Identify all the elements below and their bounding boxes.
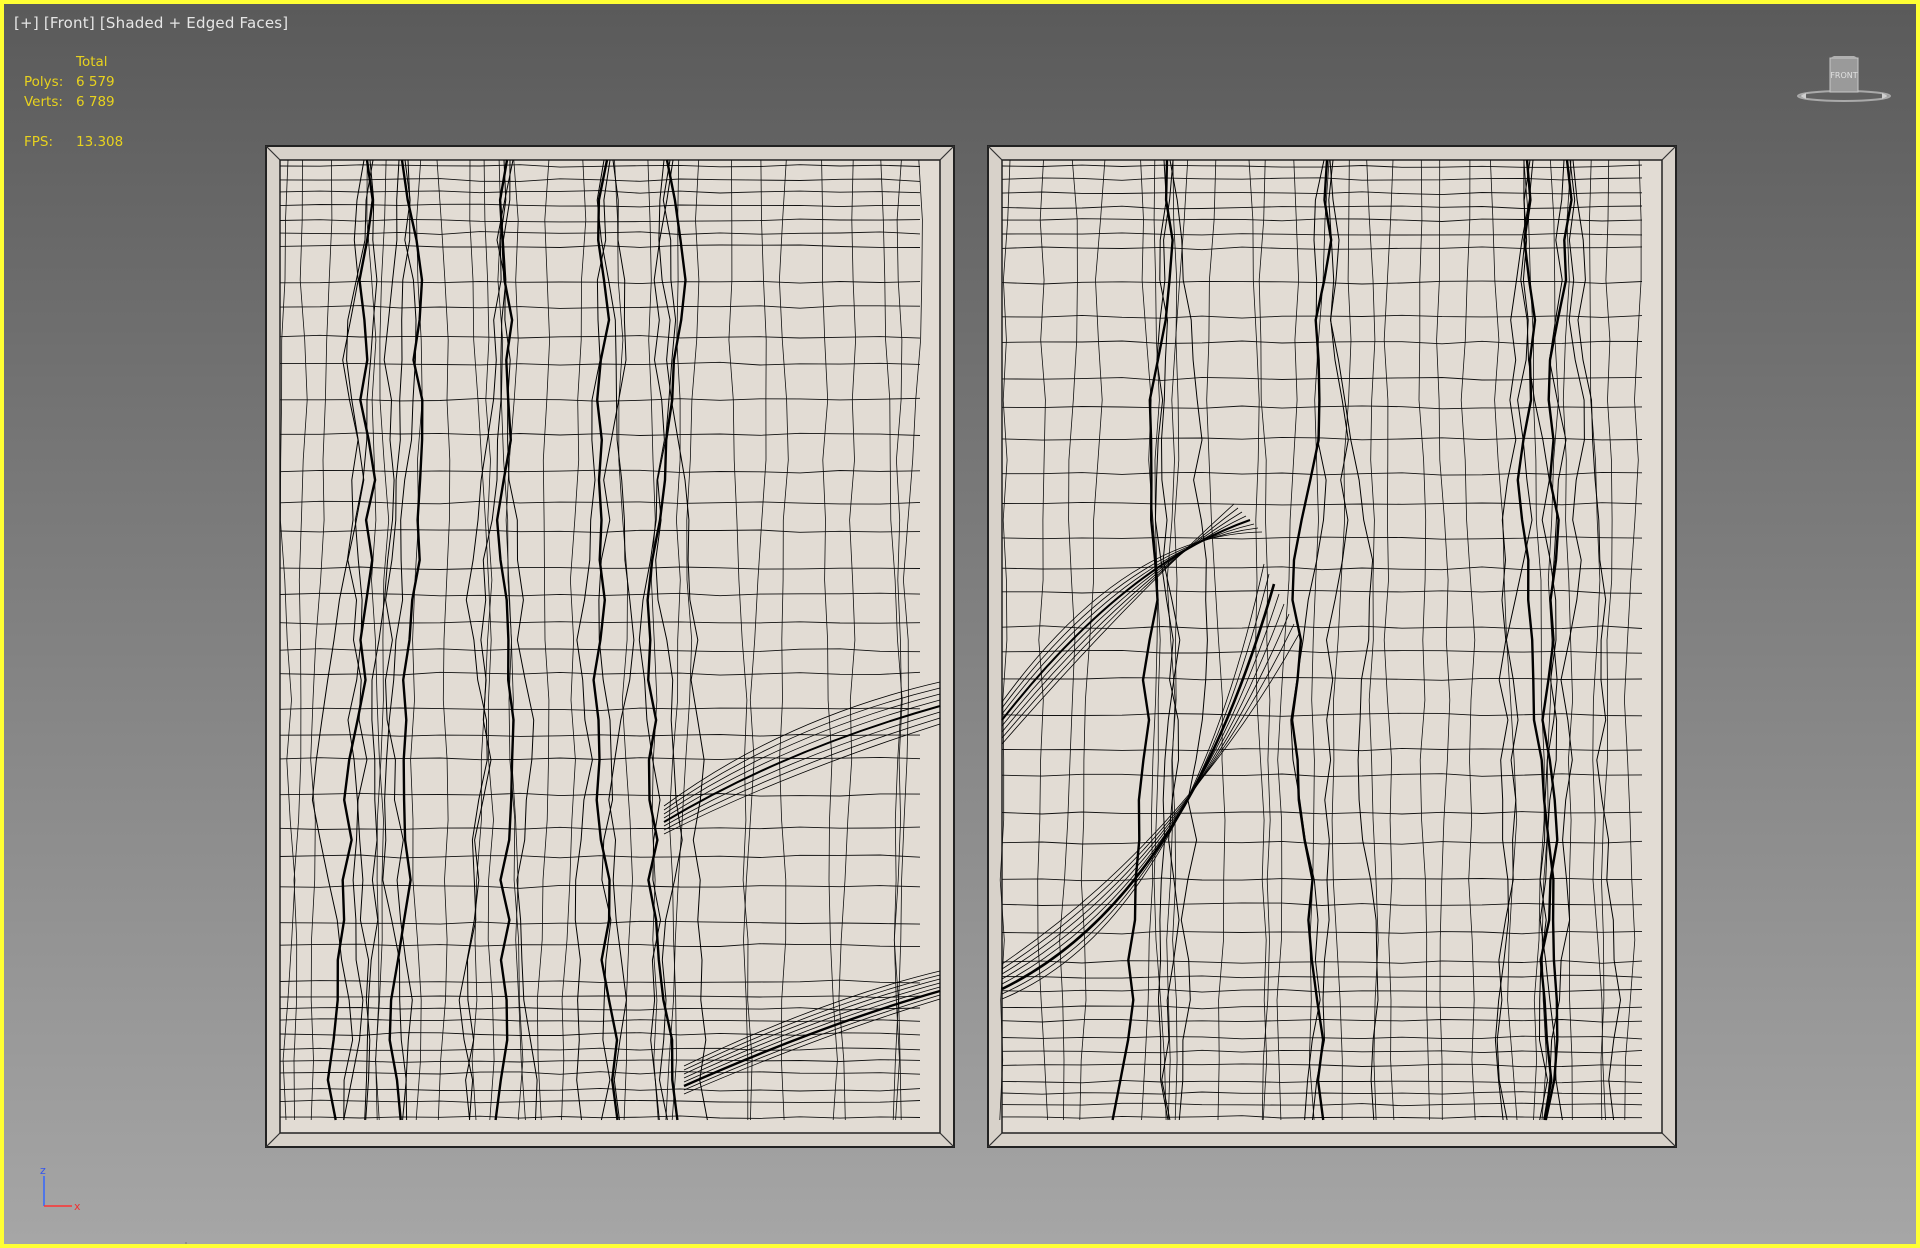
axis-x-label: x <box>74 1200 81 1213</box>
panel-meshes <box>265 145 1677 1148</box>
axis-tripod-icon: z x <box>40 1166 81 1213</box>
axis-z-label: z <box>40 1166 46 1177</box>
left-wood-panel[interactable] <box>265 145 955 1148</box>
right-wood-panel[interactable] <box>987 145 1677 1148</box>
viewport-bottom-edge <box>185 1242 187 1244</box>
front-viewport[interactable]: [+] [Front] [Shaded + Edged Faces] Total… <box>0 0 1920 1248</box>
